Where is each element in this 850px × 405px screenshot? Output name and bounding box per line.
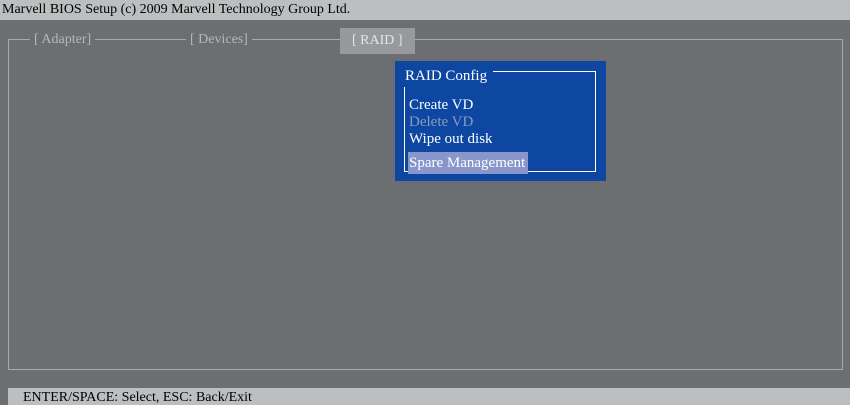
title-text: Marvell BIOS Setup (c) 2009 Marvell Tech… [2,2,351,17]
tab-adapter[interactable]: [ Adapter] [30,30,96,50]
raid-config-dialog: RAID Config Create VD Delete VD Wipe out… [395,61,606,181]
dialog-title: RAID Config [399,65,494,87]
tab-devices[interactable]: [ Devices] [186,30,252,50]
status-text: ENTER/SPACE: Select, ESC: Back/Exit [23,390,252,405]
menu-item-delete-vd: Delete VD [409,114,474,130]
menu-item-wipe-out-disk[interactable]: Wipe out disk [408,130,496,148]
menu-item-create-vd[interactable]: Create VD [408,96,476,114]
tab-raid[interactable]: [ RAID ] [340,28,415,54]
status-bar: ENTER/SPACE: Select, ESC: Back/Exit [8,388,850,405]
title-bar: Marvell BIOS Setup (c) 2009 Marvell Tech… [0,0,850,20]
bios-screen: Marvell BIOS Setup (c) 2009 Marvell Tech… [0,0,850,405]
menu-item-spare-management[interactable]: Spare Management [408,152,529,174]
